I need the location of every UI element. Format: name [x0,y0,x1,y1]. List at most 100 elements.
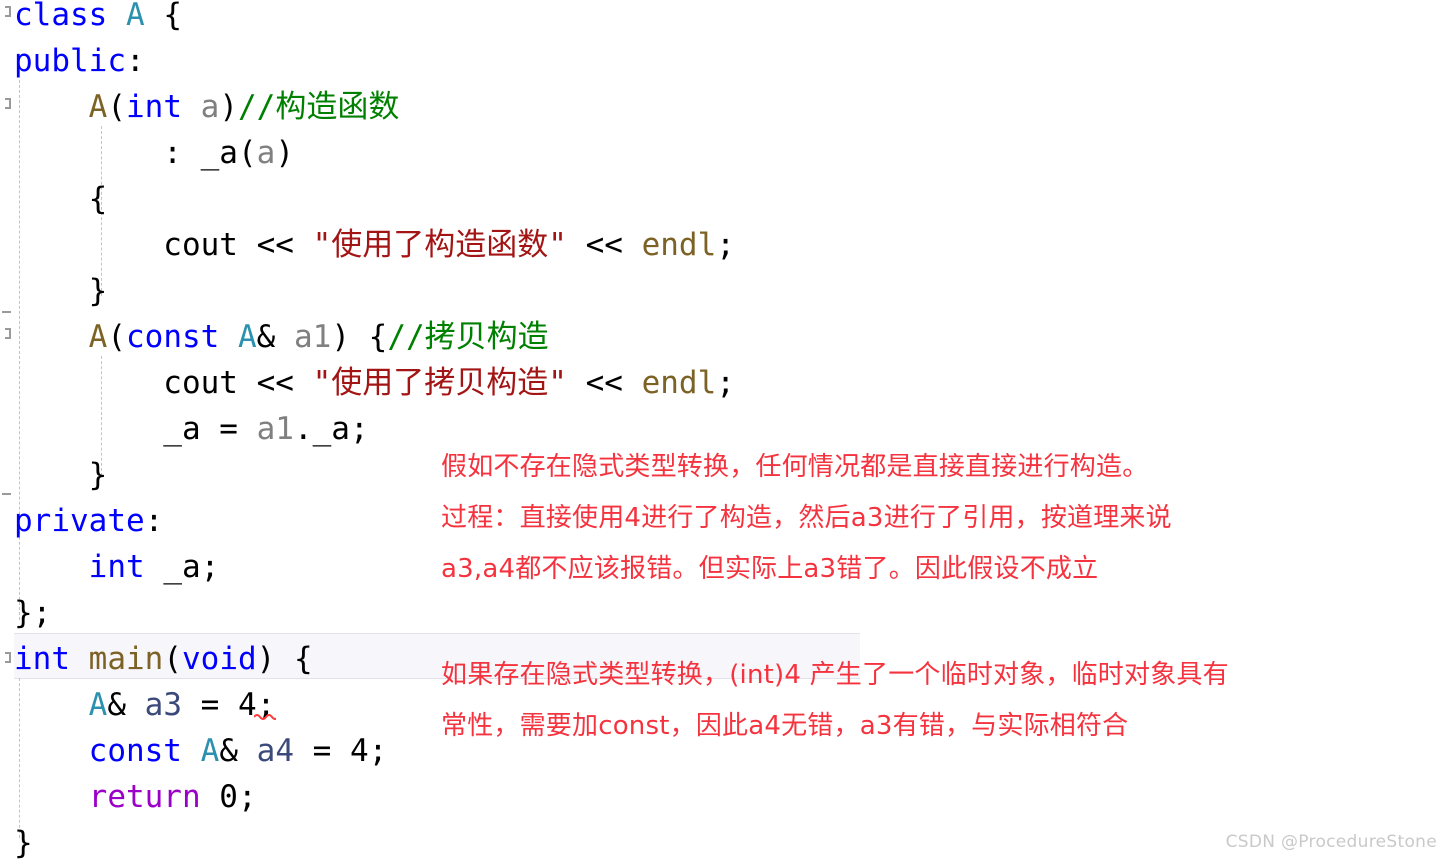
code-token-parameter: a1 [294,319,332,355]
code-token-user_type: A [200,733,220,769]
code-token-plain: { [14,181,108,217]
line-ctor-open-brace[interactable]: { [14,176,108,222]
fold-marker-copy-dash[interactable] [2,306,13,317]
fold-marker-private-dash[interactable] [2,488,13,499]
code-token-keyword: int [88,549,145,585]
annotation-conclusion-line-1: 如果存在隐式类型转换，(int)4 产生了一个临时对象，临时对象具有 [441,660,1229,690]
code-token-comment: //构造函数 [238,89,400,125]
code-token-plain: : _a( [14,135,257,171]
code-token-plain: << [566,227,642,263]
line-ctor-close-brace[interactable]: } [14,268,108,314]
code-token-user_type: A [238,319,257,355]
code-token-plain: _a = [14,411,257,447]
code-token-comment: //拷贝构造 [387,319,549,355]
code-token-plain: _a; [144,549,220,585]
code-token-plain: } [14,457,108,493]
line-init-list[interactable]: : _a(a) [14,130,294,176]
code-editor[interactable]: class A { public: A(int a)//构造函数 : _a(a)… [0,0,1451,861]
fold-marker-main[interactable] [2,652,13,663]
code-token-parameter: a1 [256,411,294,447]
code-token-function: main [88,641,164,677]
code-token-plain: cout << [14,227,313,263]
code-token-plain: = 4; [293,733,388,769]
code-token-keyword: public [14,43,126,79]
code-token-plain: ) { [331,319,388,355]
line-cout-copy[interactable]: cout << "使用了拷贝构造" << endl; [14,360,735,406]
code-token-function: endl [641,227,717,263]
code-token-plain: << [566,365,642,401]
line-private[interactable]: private: [14,498,163,544]
annotation-assumption-line-3: a3,a4都不应该报错。但实际上a3错了。因此假设不成立 [441,554,1099,584]
code-token-local_variable: a3 [144,687,182,723]
code-token-plain: ; [716,365,735,401]
code-token-plain: ( [163,641,182,677]
code-token-parameter: a [200,89,220,125]
code-token-user_type: A [88,687,108,723]
line-copy-ctor-decl[interactable]: A(const A& a1) {//拷贝构造 [14,314,549,360]
line-return[interactable]: return 0; [14,774,257,820]
fold-marker-constructor[interactable] [2,98,13,109]
code-token-plain: : [125,43,145,79]
code-token-plain: 0; [200,779,257,815]
code-token-plain: ._a; [293,411,369,447]
line-class-a[interactable]: class A { [14,0,182,38]
code-token-plain: ; [716,227,735,263]
fold-marker-copy-ctor[interactable] [2,328,13,339]
code-token-keyword: int [14,641,70,677]
line-main-close[interactable]: } [14,820,33,866]
line-public[interactable]: public: [14,38,145,84]
code-token-plain: ) { [256,641,313,677]
line-ctor-decl[interactable]: A(int a)//构造函数 [14,84,400,130]
annotation-assumption-line-2: 过程：直接使用4进行了构造，然后a3进行了引用，按道理来说 [441,503,1172,533]
code-token-string: "使用了拷贝构造" [312,365,567,401]
code-token-local_variable: a4 [256,733,294,769]
code-token-plain: cout << [14,365,313,401]
line-class-close[interactable]: }; [14,590,51,636]
code-token-keyword: class [14,0,108,33]
code-token-plain: & [256,319,294,355]
code-token-plain: ( [107,89,126,125]
code-token-keyword: int [126,89,182,125]
code-token-keyword: private [14,503,145,539]
code-token-plain: } [14,825,33,861]
line-a4[interactable]: const A& a4 = 4; [14,728,388,774]
code-token-plain: { [144,0,182,33]
code-token-plain: ) [275,135,294,171]
code-token-plain: }; [14,595,52,631]
annotation-assumption-line-1: 假如不存在隐式类型转换，任何情况都是直接直接进行构造。 [441,452,1149,482]
code-token-function: A [88,89,108,125]
code-token-parameter: a [256,135,276,171]
line-assign-a[interactable]: _a = a1._a; [14,406,369,452]
code-token-user_type: A [126,0,145,33]
code-token-plain: : [144,503,164,539]
code-token-keyword: void [182,641,257,677]
line-copy-ctor-close-brace[interactable]: } [14,452,108,498]
code-token-control: return [88,779,201,815]
csdn-watermark: CSDN @ProcedureStone [1225,832,1437,852]
code-token-plain: ( [107,319,126,355]
code-token-plain: } [14,273,108,309]
code-token-plain: & [107,687,145,723]
code-token-keyword: const [126,319,220,355]
code-token-plain: & [219,733,257,769]
code-token-plain: ) [219,89,239,125]
code-token-function: A [88,319,108,355]
code-token-keyword: const [88,733,182,769]
line-a3[interactable]: A& a3 = 4; [14,682,276,728]
fold-marker-class-a[interactable] [2,6,13,17]
line-member-a[interactable]: int _a; [14,544,220,590]
annotation-conclusion-line-2: 常性，需要加const，因此a4无错，a3有错，与实际相符合 [441,711,1129,741]
code-token-function: endl [641,365,717,401]
line-main[interactable]: int main(void) { [14,636,313,682]
line-cout-ctor[interactable]: cout << "使用了构造函数" << endl; [14,222,735,268]
